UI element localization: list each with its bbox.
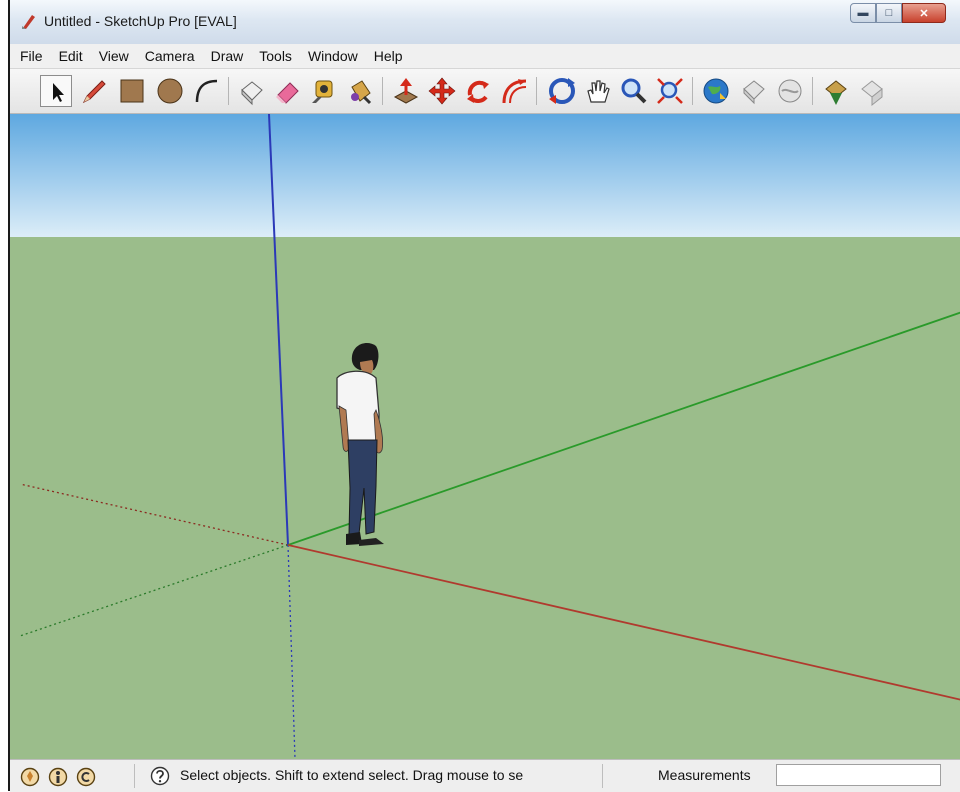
menu-camera[interactable]: Camera bbox=[137, 48, 203, 64]
menu-bar: File Edit View Camera Draw Tools Window … bbox=[10, 44, 960, 69]
maximize-icon[interactable]: □ bbox=[876, 3, 902, 23]
window-controls: ▬ □ ✕ bbox=[850, 3, 946, 25]
help-icon[interactable] bbox=[150, 766, 170, 786]
follow-me-icon[interactable] bbox=[498, 75, 530, 107]
title-bar: Untitled - SketchUp Pro [EVAL] ▬ □ ✕ bbox=[10, 0, 960, 44]
pan-icon[interactable] bbox=[582, 75, 614, 107]
toolbar bbox=[10, 69, 960, 114]
status-separator bbox=[134, 764, 135, 788]
push-pull-icon[interactable] bbox=[390, 75, 422, 107]
menu-edit[interactable]: Edit bbox=[51, 48, 91, 64]
menu-help[interactable]: Help bbox=[366, 48, 411, 64]
rotate-icon[interactable] bbox=[462, 75, 494, 107]
sketchup-window: Untitled - SketchUp Pro [EVAL] ▬ □ ✕ Fil… bbox=[8, 0, 960, 792]
menu-tools[interactable]: Tools bbox=[251, 48, 300, 64]
toolbar-separator bbox=[536, 77, 537, 105]
rectangle-icon[interactable] bbox=[116, 75, 148, 107]
circle-icon[interactable] bbox=[154, 75, 186, 107]
model-scene bbox=[10, 114, 960, 759]
orbit-icon[interactable] bbox=[546, 75, 578, 107]
measurements-label: Measurements bbox=[658, 767, 751, 783]
credits-icon[interactable] bbox=[48, 767, 68, 787]
menu-file[interactable]: File bbox=[10, 48, 51, 64]
geo-location-icon[interactable] bbox=[20, 767, 40, 787]
select-tool-icon[interactable] bbox=[40, 75, 72, 107]
tape-measure-icon[interactable] bbox=[308, 75, 340, 107]
get-current-view-icon[interactable] bbox=[856, 75, 888, 107]
user-icon[interactable] bbox=[76, 767, 96, 787]
status-hint-text: Select objects. Shift to extend select. … bbox=[180, 767, 524, 783]
arc-icon[interactable] bbox=[190, 75, 222, 107]
share-model-icon[interactable] bbox=[738, 75, 770, 107]
get-models-icon[interactable] bbox=[700, 75, 732, 107]
zoom-extents-icon[interactable] bbox=[654, 75, 686, 107]
paint-bucket-icon[interactable] bbox=[344, 75, 376, 107]
window-title: Untitled - SketchUp Pro [EVAL] bbox=[44, 13, 237, 29]
menu-window[interactable]: Window bbox=[300, 48, 366, 64]
ground bbox=[10, 237, 960, 759]
zoom-icon[interactable] bbox=[618, 75, 650, 107]
toolbar-separator bbox=[692, 77, 693, 105]
sky bbox=[10, 114, 960, 237]
sketchup-logo-icon bbox=[22, 15, 35, 29]
toolbar-separator bbox=[382, 77, 383, 105]
toolbar-separator bbox=[228, 77, 229, 105]
menu-draw[interactable]: Draw bbox=[203, 48, 252, 64]
move-icon[interactable] bbox=[426, 75, 458, 107]
status-bar: Select objects. Shift to extend select. … bbox=[10, 759, 960, 792]
eraser-icon[interactable] bbox=[272, 75, 304, 107]
close-icon[interactable]: ✕ bbox=[902, 3, 946, 23]
measurements-input[interactable] bbox=[776, 764, 941, 786]
toolbar-separator bbox=[812, 77, 813, 105]
make-component-icon[interactable] bbox=[236, 75, 268, 107]
pencil-line-icon[interactable] bbox=[78, 75, 110, 107]
drawing-viewport[interactable] bbox=[10, 114, 960, 759]
share-component-icon[interactable] bbox=[774, 75, 806, 107]
menu-view[interactable]: View bbox=[91, 48, 137, 64]
status-separator bbox=[602, 764, 603, 788]
preview-in-google-earth-icon[interactable] bbox=[820, 75, 852, 107]
minimize-icon[interactable]: ▬ bbox=[850, 3, 876, 23]
